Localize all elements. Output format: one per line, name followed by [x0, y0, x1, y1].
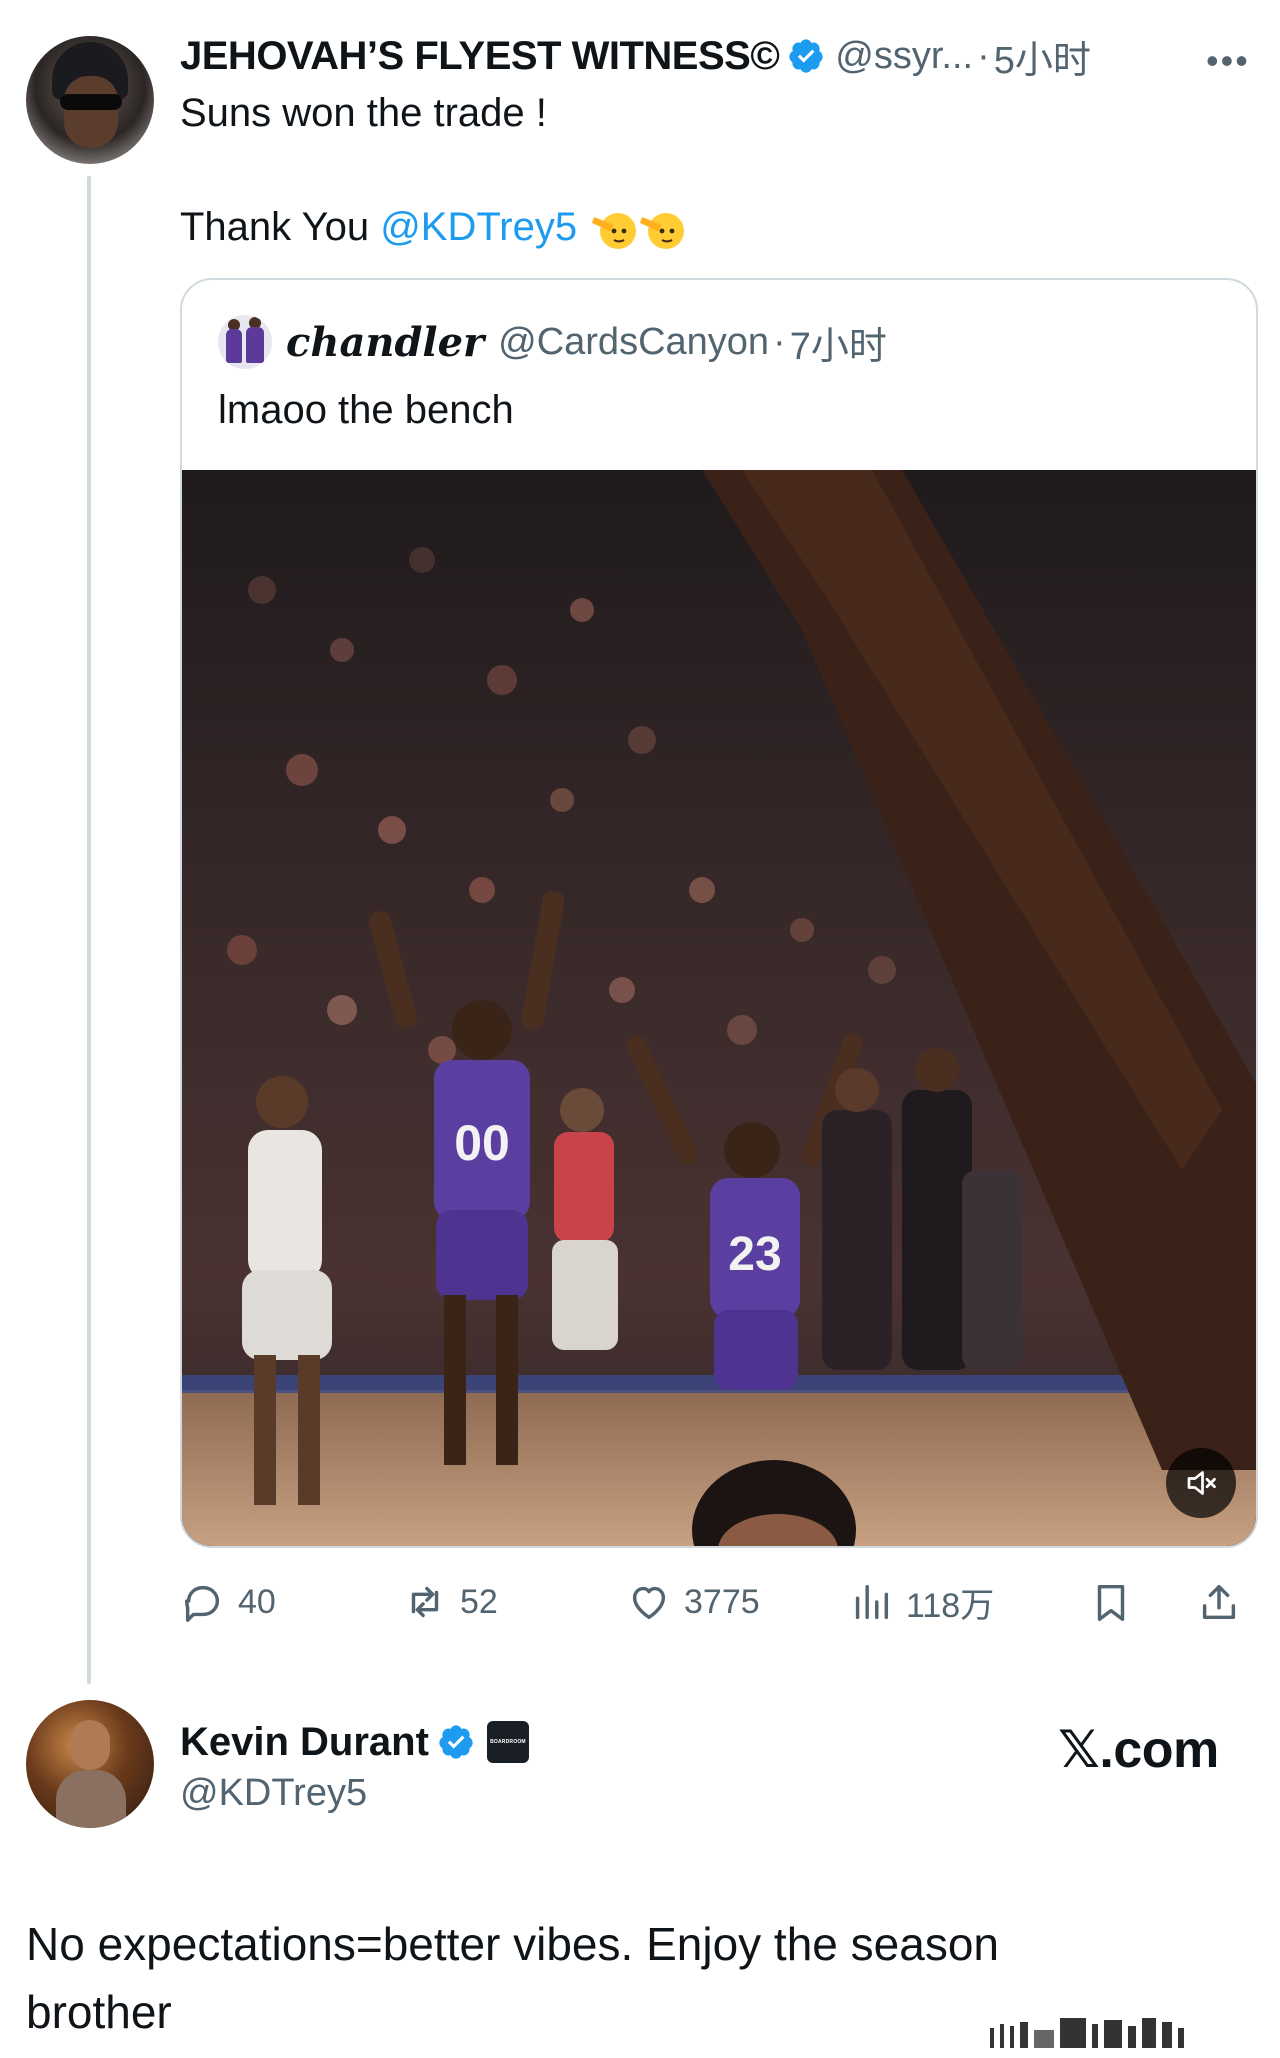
affiliate-badge-icon[interactable]: BOARDROOM: [486, 1721, 529, 1763]
author-handle[interactable]: @ssyr...: [835, 35, 973, 78]
reply-count: 40: [238, 1582, 276, 1621]
analytics-bar-icon: [855, 1584, 889, 1620]
reply-author-name[interactable]: Kevin Durant: [180, 1720, 429, 1765]
view-count: 118万: [906, 1586, 995, 1625]
author-display-name[interactable]: JEHOVAH’S FLYEST WITNESS©: [180, 34, 780, 79]
repost-count: 52: [460, 1582, 498, 1621]
heart-icon: [632, 1586, 666, 1620]
repost-button[interactable]: 52: [402, 1576, 498, 1628]
bookmark-button[interactable]: [1088, 1576, 1146, 1628]
verified-badge-icon: [789, 39, 823, 73]
quoted-video[interactable]: 00 23: [182, 470, 1256, 1546]
reply-icon: [184, 1585, 220, 1622]
reply-header: Kevin Durant BOARDROOM: [180, 1716, 529, 1768]
mention-link[interactable]: @KDTrey5: [380, 205, 577, 249]
quoted-author-avatar[interactable]: [218, 315, 272, 369]
reply-author-avatar[interactable]: [26, 1700, 154, 1828]
tweet-text-line-2: Thank You @KDTrey5: [180, 202, 685, 252]
like-count: 3775: [684, 1582, 760, 1621]
watermark-barcode: [990, 2010, 1184, 2048]
reply-text: No expectations=better vibes. Enjoy the …: [26, 1918, 999, 2038]
quoted-author-handle[interactable]: @CardsCanyon: [498, 321, 769, 364]
verified-badge-icon: [439, 1725, 473, 1759]
svg-text:00: 00: [454, 1115, 510, 1171]
bookmark-icon: [1097, 1584, 1125, 1621]
quoted-author-name[interactable]: chandler: [286, 319, 484, 366]
svg-text:23: 23: [728, 1228, 781, 1281]
quoted-tweet-text: lmaoo the bench: [218, 388, 514, 432]
tweet-text-prefix: Thank You: [180, 205, 381, 249]
thread-connector-line: [87, 176, 91, 1684]
quoted-tweet-header: chandler @CardsCanyon · 7小时: [218, 315, 887, 370]
share-icon: [1202, 1584, 1236, 1620]
like-button[interactable]: 3775: [626, 1576, 760, 1628]
saluting-face-icon: [640, 213, 685, 250]
tweet-header: JEHOVAH’S FLYEST WITNESS© @ssyr... · 5小时: [180, 30, 1260, 82]
video-frame-illustration: 00 23: [182, 470, 1256, 1546]
repost-icon: [411, 1586, 439, 1618]
tweet-text-line-1: Suns won the trade !: [180, 91, 547, 135]
x-com-logo: 𝕏.com: [1058, 1721, 1219, 1779]
speaker-muted-icon: [1187, 1471, 1216, 1495]
tweet-timestamp[interactable]: 5小时: [994, 29, 1091, 84]
mute-toggle-button[interactable]: [1166, 1448, 1236, 1518]
more-options-icon[interactable]: •••: [1206, 40, 1250, 82]
author-avatar[interactable]: [26, 36, 154, 164]
reply-author-handle[interactable]: @KDTrey5: [180, 1772, 367, 1815]
quoted-timestamp[interactable]: 7小时: [790, 315, 887, 370]
reply-button[interactable]: 40: [180, 1576, 276, 1628]
saluting-face-icon: [592, 213, 637, 250]
quoted-tweet-card[interactable]: chandler @CardsCanyon · 7小时 lmaoo the be…: [180, 278, 1258, 1548]
views-button[interactable]: 118万: [848, 1576, 994, 1628]
separator-dot: ·: [773, 320, 786, 363]
affiliate-badge-text: BOARDROOM: [490, 1739, 526, 1745]
separator-dot: ·: [977, 34, 990, 77]
share-button[interactable]: [1196, 1576, 1254, 1628]
